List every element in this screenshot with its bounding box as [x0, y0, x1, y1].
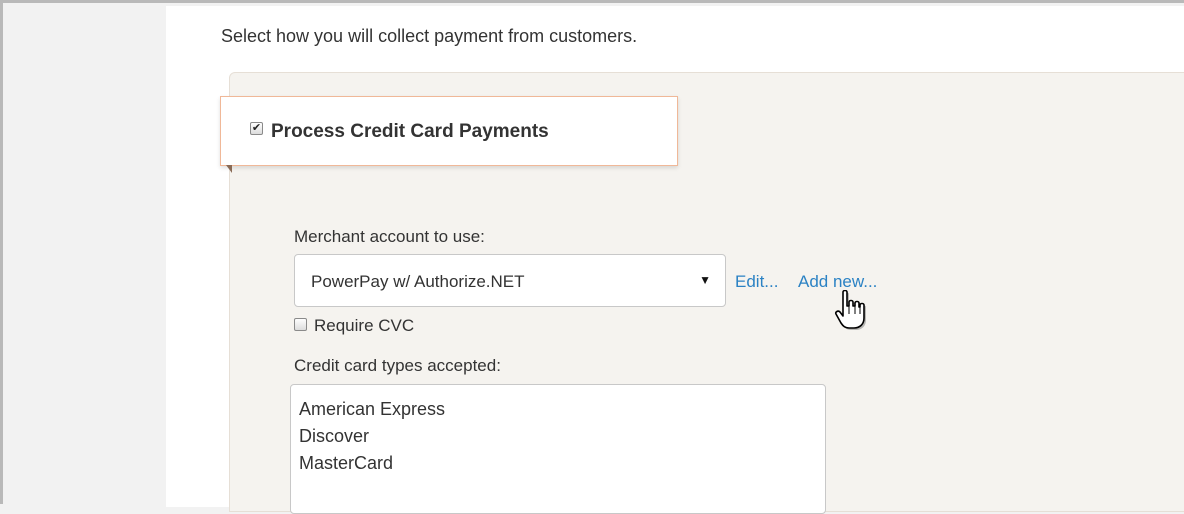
- hand-pointer-icon: [835, 290, 866, 330]
- merchant-account-label: Merchant account to use:: [294, 227, 485, 246]
- merchant-account-select[interactable]: PowerPay w/ Authorize.NET ▼: [294, 254, 726, 307]
- edit-merchant-link[interactable]: Edit...: [735, 272, 778, 292]
- card-type-item[interactable]: American Express: [291, 399, 825, 426]
- process-credit-card-checkbox[interactable]: ✔: [250, 122, 263, 135]
- require-cvc-checkbox[interactable]: [294, 318, 307, 331]
- card-types-label: Credit card types accepted:: [294, 356, 501, 375]
- card-types-listbox[interactable]: American Express Discover MasterCard: [290, 384, 826, 514]
- section-heading-label: Process Credit Card Payments: [271, 121, 549, 142]
- require-cvc-label: Require CVC: [314, 316, 415, 335]
- heading-notch: [226, 165, 232, 173]
- intro-text: Select how you will collect payment from…: [221, 26, 638, 46]
- left-gutter: [11, 6, 166, 507]
- card-type-item[interactable]: MasterCard: [291, 453, 825, 480]
- card-type-item[interactable]: Discover: [291, 426, 825, 453]
- merchant-account-selected-value: PowerPay w/ Authorize.NET: [311, 272, 525, 291]
- triangle-down-icon: ▼: [699, 273, 711, 287]
- add-new-merchant-link[interactable]: Add new...: [798, 272, 877, 292]
